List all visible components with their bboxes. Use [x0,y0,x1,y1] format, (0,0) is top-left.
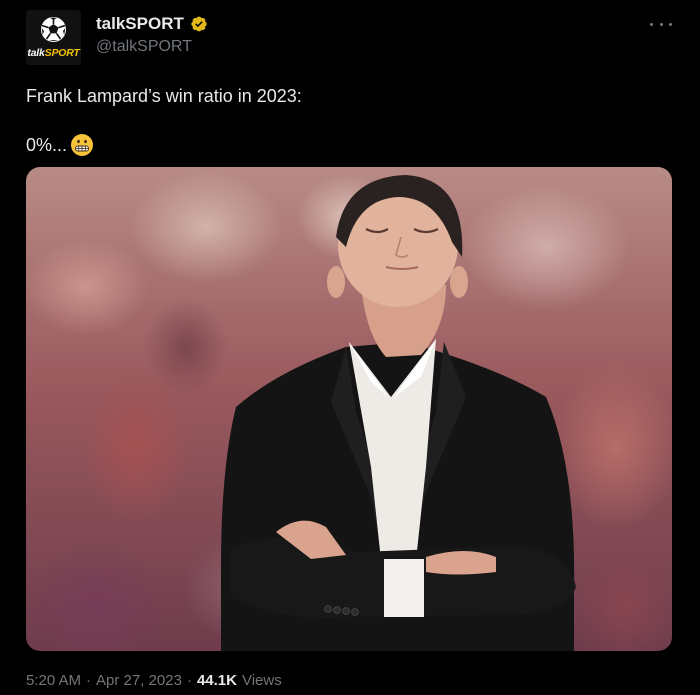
author-handle[interactable]: @talkSPORT [96,38,192,56]
tweet-text-line-2: 0%... [26,133,94,157]
meta-separator-2: · [186,672,192,689]
avatar-brand-text: talkSPORT [27,47,80,59]
tweet-time[interactable]: 5:20 AM [26,672,81,689]
verified-badge-icon[interactable] [190,15,208,33]
meta-separator: · [86,672,92,689]
tweet-text-line-2-content: 0%... [26,134,68,155]
views-label: Views [241,672,282,689]
more-options-icon[interactable] [650,14,672,34]
avatar[interactable]: talkSPORT [26,10,81,65]
tweet: talkSPORT talkSPORT @talkSPORT Frank Lam… [0,0,700,695]
grimacing-face-emoji-icon [71,134,94,156]
tweet-date[interactable]: Apr 27, 2023 [96,672,182,689]
tweet-text-line-1: Frank Lampard’s win ratio in 2023: [26,86,302,106]
views-count[interactable]: 44.1K [197,672,237,689]
tweet-metadata: 5:20 AM · Apr 27, 2023 · 44.1K Views [26,672,282,689]
photo-illustration [221,175,576,651]
football-icon [41,17,66,42]
author-display-name[interactable]: talkSPORT [96,14,184,34]
tweet-photo[interactable] [26,167,672,651]
author-name-row: talkSPORT [96,14,208,34]
